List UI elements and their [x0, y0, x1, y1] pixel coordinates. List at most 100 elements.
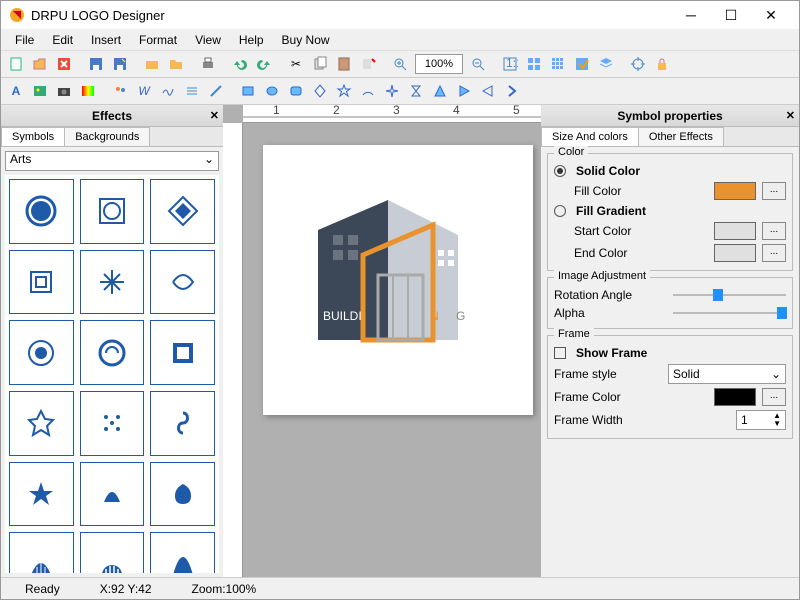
diamond-icon[interactable] [309, 80, 331, 102]
symbol-item[interactable] [9, 320, 74, 385]
symbol-item[interactable] [9, 462, 74, 527]
tab-symbols[interactable]: Symbols [1, 127, 65, 146]
properties-close-icon[interactable]: ✕ [786, 109, 795, 122]
symbol-item[interactable] [9, 391, 74, 456]
menu-file[interactable]: File [7, 31, 42, 49]
star-icon[interactable] [333, 80, 355, 102]
close-button[interactable]: ✕ [751, 1, 791, 29]
lines-icon[interactable] [181, 80, 203, 102]
zoom-out-icon[interactable] [467, 53, 489, 75]
fill-color-swatch[interactable] [714, 182, 756, 200]
star4-icon[interactable] [381, 80, 403, 102]
symbol-item[interactable] [150, 320, 215, 385]
layers-icon[interactable] [595, 53, 617, 75]
zoom-input[interactable]: 100% [415, 54, 463, 74]
alpha-slider[interactable] [673, 306, 786, 320]
frame-width-value: 1 [741, 413, 748, 427]
frame-width-spinner[interactable]: 1▲▼ [736, 410, 786, 430]
chevron-right-icon[interactable] [501, 80, 523, 102]
users-icon[interactable] [109, 80, 131, 102]
effects-close-icon[interactable]: ✕ [210, 109, 219, 122]
hourglass-icon[interactable] [405, 80, 427, 102]
triangle-left-icon[interactable] [477, 80, 499, 102]
paste-icon[interactable] [333, 53, 355, 75]
end-color-picker-button[interactable]: ... [762, 244, 786, 262]
frame-style-select[interactable]: Solid⌄ [668, 364, 786, 384]
text-tool-icon[interactable]: A [5, 80, 27, 102]
open-icon[interactable] [29, 53, 51, 75]
folder-icon[interactable] [165, 53, 187, 75]
line-tool-icon[interactable] [205, 80, 227, 102]
symbol-item[interactable] [80, 320, 145, 385]
save-as-icon[interactable] [109, 53, 131, 75]
show-frame-checkbox[interactable] [554, 347, 566, 359]
symbol-item[interactable] [80, 462, 145, 527]
symbol-item[interactable] [150, 391, 215, 456]
arc-icon[interactable] [357, 80, 379, 102]
logo-graphic[interactable]: BUILDI N G [278, 180, 518, 380]
tab-other-effects[interactable]: Other Effects [638, 127, 724, 146]
category-select[interactable]: Arts ⌄ [5, 151, 219, 171]
symbol-item[interactable] [150, 462, 215, 527]
menu-view[interactable]: View [187, 31, 229, 49]
gradient-radio[interactable] [554, 205, 566, 217]
frame-color-picker-button[interactable]: ... [762, 388, 786, 406]
signature-icon[interactable] [157, 80, 179, 102]
new-icon[interactable] [5, 53, 27, 75]
lock-icon[interactable] [651, 53, 673, 75]
symbol-item[interactable] [9, 250, 74, 315]
maximize-button[interactable]: ☐ [711, 1, 751, 29]
symbol-item[interactable] [150, 532, 215, 573]
cut-icon[interactable]: ✂ [285, 53, 307, 75]
solid-color-radio[interactable] [554, 165, 566, 177]
end-color-swatch[interactable] [714, 244, 756, 262]
symbol-item[interactable] [80, 532, 145, 573]
image-tool-icon[interactable] [29, 80, 51, 102]
copy-icon[interactable] [309, 53, 331, 75]
frame-color-swatch[interactable] [714, 388, 756, 406]
menu-edit[interactable]: Edit [44, 31, 81, 49]
save-icon[interactable] [85, 53, 107, 75]
symbol-item[interactable] [80, 179, 145, 244]
wordart-icon[interactable]: W [133, 80, 155, 102]
rotation-slider[interactable] [673, 288, 786, 302]
zoom-in-icon[interactable] [389, 53, 411, 75]
rectangle-icon[interactable] [237, 80, 259, 102]
menu-bar: File Edit Insert Format View Help Buy No… [1, 29, 799, 51]
start-color-swatch[interactable] [714, 222, 756, 240]
print-icon[interactable] [197, 53, 219, 75]
design-canvas[interactable]: BUILDI N G [263, 145, 533, 415]
camera-icon[interactable] [53, 80, 75, 102]
symbol-item[interactable] [9, 179, 74, 244]
ellipse-icon[interactable] [261, 80, 283, 102]
symbol-item[interactable] [9, 532, 74, 573]
gradient-icon[interactable] [77, 80, 99, 102]
menu-insert[interactable]: Insert [83, 31, 129, 49]
menu-format[interactable]: Format [131, 31, 185, 49]
menu-help[interactable]: Help [231, 31, 272, 49]
tab-backgrounds[interactable]: Backgrounds [64, 127, 150, 146]
symbol-item[interactable] [80, 250, 145, 315]
triangle-up-icon[interactable] [429, 80, 451, 102]
grid-9-icon[interactable] [547, 53, 569, 75]
fill-color-picker-button[interactable]: ... [762, 182, 786, 200]
menu-buy-now[interactable]: Buy Now [274, 31, 338, 49]
grid-4-icon[interactable] [523, 53, 545, 75]
vertical-ruler [223, 123, 243, 577]
minimize-button[interactable]: ─ [671, 1, 711, 29]
close-file-icon[interactable] [53, 53, 75, 75]
symbol-item[interactable] [80, 391, 145, 456]
symbol-item[interactable] [150, 179, 215, 244]
edit-colors-icon[interactable] [571, 53, 593, 75]
target-icon[interactable] [627, 53, 649, 75]
zoom-fit-icon[interactable]: 1:1 [499, 53, 521, 75]
folder-open-icon[interactable] [141, 53, 163, 75]
undo-icon[interactable] [229, 53, 251, 75]
delete-icon[interactable] [357, 53, 379, 75]
tab-size-colors[interactable]: Size And colors [541, 127, 639, 146]
rounded-rect-icon[interactable] [285, 80, 307, 102]
triangle-right-icon[interactable] [453, 80, 475, 102]
symbol-item[interactable] [150, 250, 215, 315]
redo-icon[interactable] [253, 53, 275, 75]
start-color-picker-button[interactable]: ... [762, 222, 786, 240]
